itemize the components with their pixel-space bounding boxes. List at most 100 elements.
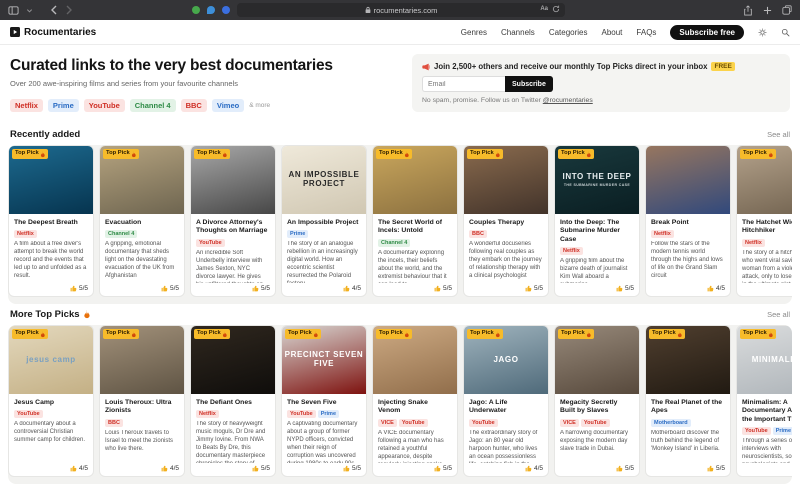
doc-card[interactable]: Top Pick A Divorce Attorney's Thoughts o… [190,145,276,297]
top-pick-badge: Top Pick [12,149,48,159]
source-badges: VICEYouTube [560,419,634,427]
thumbnail-title-text: MINIMALISM [737,326,792,394]
thumbs-up-icon [343,285,350,292]
doc-card[interactable]: Break Point Netflix Follow the stars of … [645,145,731,297]
thumbs-up-icon [434,285,441,292]
doc-card[interactable]: Top Pick Louis Theroux: Ultra Zionists B… [99,325,185,477]
nav-link-categories[interactable]: Categories [549,28,588,37]
source-badges: Netflix [742,239,792,247]
source-badges: Netflix [560,247,634,255]
doc-card[interactable]: Top Pick INTO THE DEEPTHE SUBMARINE MURD… [554,145,640,297]
card-title: The Real Planet of the Apes [651,399,725,416]
thumbnail: Top Pick [100,146,184,214]
forward-button[interactable] [65,5,73,15]
theme-toggle-icon[interactable] [758,28,767,37]
channel-chip-channel-4[interactable]: Channel 4 [130,99,176,112]
channel-chip-netflix[interactable]: Netflix [10,99,43,112]
doc-card[interactable]: Top Pick Megacity Secretly Built by Slav… [554,325,640,477]
channel-chip-vimeo[interactable]: Vimeo [212,99,244,112]
nav-link-channels[interactable]: Channels [501,28,535,37]
email-field[interactable] [422,76,505,92]
page-settings-icon[interactable]: Aa [540,6,548,12]
card-title: Evacuation [105,219,179,227]
extension-icon-green[interactable] [192,6,200,14]
rating: 5/5 [742,465,792,472]
rating: 5/5 [105,285,179,292]
card-description: The story of heavyweight music moguls, D… [196,421,270,463]
doc-card[interactable]: Top Pick The Deepest Breath Netflix A fi… [8,145,94,297]
rating: 4/5 [105,465,179,472]
back-button[interactable] [50,5,58,15]
thumbnail [646,146,730,214]
channel-chip-youtube[interactable]: YouTube [84,99,125,112]
doc-card[interactable]: Top Pick Evacuation Channel 4 A gripping… [99,145,185,297]
card-description: A film about a free diver's attempt to b… [14,241,88,283]
doc-card[interactable]: Top Pick PRECINCT SEVEN FIVE The Seven F… [281,325,367,477]
doc-card[interactable]: AN IMPOSSIBLE PROJECT An Impossible Proj… [281,145,367,297]
see-all-link[interactable]: See all [767,310,790,319]
card-description: A captivating documentary about a group … [287,421,361,463]
more-channels-link[interactable]: & more [249,102,270,109]
card-description: A documentary about a controversial Chri… [14,421,88,463]
extension-icon-blue[interactable] [222,6,230,14]
reload-icon[interactable] [552,5,560,13]
top-pick-badge: Top Pick [649,329,685,339]
new-tab-icon[interactable] [763,6,772,15]
channel-chip-netflix: Netflix [196,410,219,418]
nav-link-genres[interactable]: Genres [461,28,487,37]
search-icon[interactable] [781,28,790,37]
thumbnail: AN IMPOSSIBLE PROJECT [282,146,366,214]
chevron-down-icon[interactable] [26,7,33,14]
doc-card[interactable]: Top Pick The Secret World of Incels: Unt… [372,145,458,297]
section-title: Recently added [10,129,80,140]
site-logo[interactable]: Rocumentaries [10,27,96,38]
doc-card[interactable]: Top Pick The Defiant Ones Netflix The st… [190,325,276,477]
doc-card[interactable]: Top Pick MINIMALISM Minimalism: A Docume… [736,325,792,477]
see-all-link[interactable]: See all [767,130,790,139]
sidebar-toggle-icon[interactable] [8,5,19,16]
doc-card[interactable]: Top Pick The Real Planet of the Apes Mot… [645,325,731,477]
doc-card[interactable]: Top Pick The Hatchet Wielding Hitchhiker… [736,145,792,297]
card-title: Injecting Snake Venom [378,399,452,416]
extension-icon-drop[interactable] [207,6,215,14]
thumbnail-title-text: AN IMPOSSIBLE PROJECT [282,146,366,214]
card-description: The story of an analogue rebellion in an… [287,241,361,283]
card-title: Couples Therapy [469,219,543,227]
channel-chip-bbc[interactable]: BBC [181,99,207,112]
doc-card[interactable]: Top Pick JAGO Jago: A Life Underwater Yo… [463,325,549,477]
rating: 5/5 [14,285,88,292]
thumbnail-title-text: PRECINCT SEVEN FIVE [282,326,366,394]
twitter-handle-link[interactable]: @rocumentaries [543,97,593,104]
card-description: A gripping film about the bizarre death … [560,258,634,283]
channel-chip-prime[interactable]: Prime [48,99,79,112]
card-description: The story of a hitchhiker who went viral… [742,250,792,283]
channel-chip-youtube: YouTube [196,239,225,247]
card-section: More Top Picks See all Top Pick jesus ca… [0,309,800,484]
source-badges: VICEYouTube [378,419,452,427]
doc-card[interactable]: Top Pick Couples Therapy BBC A wonderful… [463,145,549,297]
thumbs-up-icon [525,285,532,292]
subscribe-button[interactable]: Subscribe [505,76,553,92]
subscribe-free-button[interactable]: Subscribe free [670,25,744,40]
share-icon[interactable] [743,5,753,16]
top-pick-badge: Top Pick [467,149,503,159]
card-description: A VICE documentary following a man who h… [378,430,452,463]
nav-link-faqs[interactable]: FAQs [636,28,656,37]
rating: 4/5 [287,285,361,292]
tab-overview-icon[interactable] [782,5,792,15]
card-description: A gripping, emotional documentary that s… [105,241,179,283]
rating: 5/5 [651,465,725,472]
address-bar[interactable]: rocumentaries.com Aa [237,3,565,17]
channel-chip-youtube: YouTube [287,410,316,418]
channel-chip-vice: VICE [560,419,579,427]
channel-chip-prime: Prime [318,410,339,418]
thumbs-up-icon [616,465,623,472]
channel-chip-bbc: BBC [469,230,487,238]
source-badges: Channel 4 [378,239,452,247]
source-badges: Netflix [196,410,270,418]
rating: 4/5 [651,285,725,292]
thumbs-up-icon [707,465,714,472]
doc-card[interactable]: Top Pick jesus camp Jesus Camp YouTube A… [8,325,94,477]
doc-card[interactable]: Top Pick Injecting Snake Venom VICEYouTu… [372,325,458,477]
nav-link-about[interactable]: About [602,28,623,37]
